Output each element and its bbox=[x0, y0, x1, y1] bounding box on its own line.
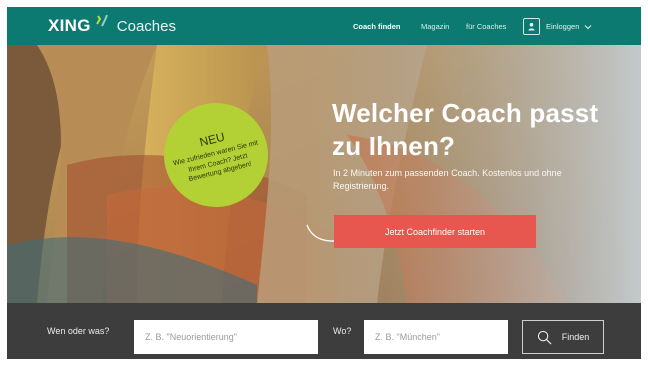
login-menu[interactable]: Einloggen bbox=[523, 17, 592, 36]
top-navigation: XING Coaches Coach finden Magazin für Co… bbox=[7, 7, 641, 45]
search-bar: Wen oder was? Wo? Finden bbox=[7, 303, 641, 359]
hero-title: Welcher Coach passt zu Ihnen? bbox=[332, 98, 599, 161]
chevron-down-icon bbox=[585, 24, 592, 29]
user-icon bbox=[523, 18, 540, 35]
xing-logo-icon bbox=[95, 14, 108, 27]
badge-text: Wie zufrieden waren Sie mit Ihrem Coach?… bbox=[172, 139, 259, 184]
start-coachfinder-button[interactable]: Jetzt Coachfinder starten bbox=[334, 215, 536, 248]
hero-subtitle: In 2 Minuten zum passenden Coach. Kosten… bbox=[333, 168, 562, 191]
logo-subtitle: Coaches bbox=[116, 17, 176, 35]
login-label: Einloggen bbox=[546, 22, 580, 31]
nav-magazin[interactable]: Magazin bbox=[421, 7, 449, 45]
what-label: Wen oder was? bbox=[47, 326, 110, 336]
search-icon bbox=[537, 330, 552, 344]
where-label: Wo? bbox=[333, 326, 352, 336]
page-frame: XING Coaches Coach finden Magazin für Co… bbox=[7, 7, 641, 359]
hero-banner: NEU Wie zufrieden waren Sie mit Ihrem Co… bbox=[7, 45, 641, 303]
find-button-label: Finden bbox=[561, 332, 590, 342]
nav-fuer-coaches[interactable]: für Coaches bbox=[466, 7, 506, 45]
logo-word: XING bbox=[48, 16, 91, 35]
what-search-input[interactable] bbox=[134, 320, 318, 354]
where-search-input[interactable] bbox=[364, 320, 508, 354]
nav-coach-finden[interactable]: Coach finden bbox=[353, 7, 401, 45]
find-button[interactable]: Finden bbox=[522, 320, 604, 354]
xing-coaches-logo[interactable]: XING Coaches bbox=[48, 13, 176, 39]
